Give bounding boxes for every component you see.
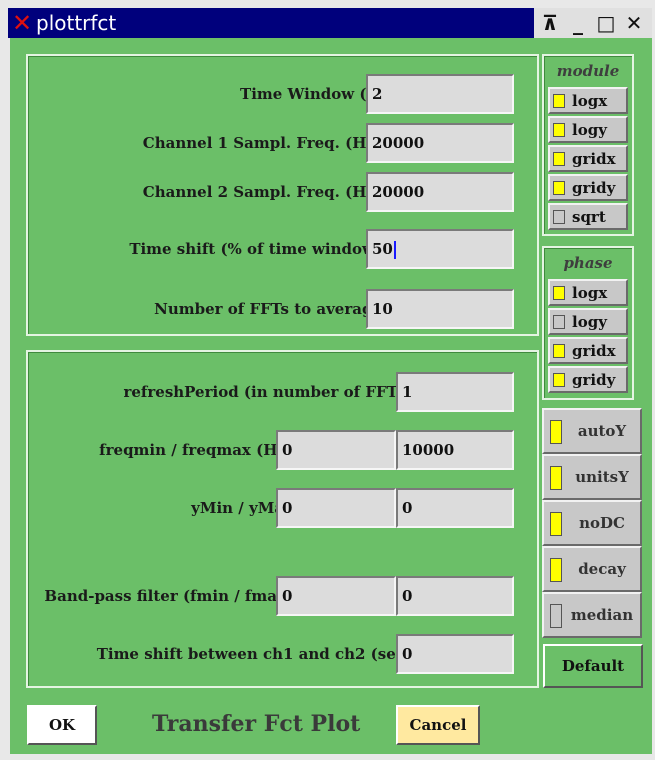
- app-window: ✕ plottrfct ⊼ _ □ ✕ Time Window (s) 2 Ch…: [0, 0, 655, 760]
- indicator-icon: [553, 373, 565, 387]
- freq-range-label: freqmin / freqmax (Hz): [99, 441, 293, 459]
- display-group: refreshPeriod (in number of FFTs) 1 freq…: [26, 350, 539, 688]
- close-icon[interactable]: ✕: [622, 11, 646, 35]
- phase-title: phase: [563, 254, 613, 272]
- indicator-icon: [550, 512, 562, 536]
- indicator-icon: [550, 466, 562, 490]
- phase-logx-checkbox[interactable]: logx: [548, 279, 628, 306]
- ymax-input[interactable]: 0: [396, 488, 514, 528]
- toggle-column: autoY unitsY noDC decay median: [542, 408, 642, 658]
- minimize-icon[interactable]: _: [566, 11, 590, 35]
- phase-logy-checkbox[interactable]: logy: [548, 308, 628, 335]
- time-shift-value: 50: [372, 240, 393, 258]
- indicator-icon: [553, 152, 565, 166]
- indicator-icon: [553, 344, 565, 358]
- unitsy-toggle[interactable]: unitsY: [542, 454, 642, 500]
- channel-shift-input[interactable]: 0: [396, 634, 514, 674]
- module-gridx-checkbox[interactable]: gridx: [548, 145, 628, 172]
- freqmax-input[interactable]: 10000: [396, 430, 514, 470]
- fft-average-input[interactable]: 10: [366, 289, 514, 329]
- decay-toggle[interactable]: decay: [542, 546, 642, 592]
- module-logy-checkbox[interactable]: logy: [548, 116, 628, 143]
- window-title: plottrfct: [36, 11, 117, 35]
- autoy-toggle[interactable]: autoY: [542, 408, 642, 454]
- indicator-icon: [550, 420, 562, 444]
- checkbox-label: logy: [572, 313, 607, 331]
- time-shift-input[interactable]: 50: [366, 229, 514, 269]
- module-sqrt-checkbox[interactable]: sqrt: [548, 203, 628, 230]
- indicator-icon: [553, 94, 565, 108]
- cancel-button[interactable]: Cancel: [396, 705, 480, 745]
- toggle-label: decay: [578, 560, 626, 578]
- indicator-icon: [553, 315, 565, 329]
- phase-gridy-checkbox[interactable]: gridy: [548, 366, 628, 393]
- toggle-label: median: [570, 606, 634, 624]
- median-toggle[interactable]: median: [542, 592, 642, 638]
- refresh-period-label: refreshPeriod (in number of FFTs): [123, 383, 412, 401]
- phase-group: phase logx logy gridx gridy: [542, 246, 634, 400]
- checkbox-label: gridx: [572, 150, 616, 168]
- indicator-icon: [553, 210, 565, 224]
- window-controls: ⊼ _ □ ✕: [534, 8, 652, 38]
- time-window-input[interactable]: 2: [366, 74, 514, 114]
- channel1-freq-label: Channel 1 Sampl. Freq. (Hz): [142, 134, 382, 152]
- acquisition-group: Time Window (s) 2 Channel 1 Sampl. Freq.…: [26, 54, 539, 336]
- channel2-freq-input[interactable]: 20000: [366, 172, 514, 212]
- indicator-icon: [553, 123, 565, 137]
- checkbox-label: logx: [572, 92, 608, 110]
- stay-on-top-icon[interactable]: ⊼: [538, 11, 562, 35]
- indicator-icon: [553, 286, 565, 300]
- bandpass-fmax-input[interactable]: 0: [396, 576, 514, 616]
- module-gridy-checkbox[interactable]: gridy: [548, 174, 628, 201]
- channel-shift-label: Time shift between ch1 and ch2 (sec): [96, 645, 412, 663]
- main-panel: Time Window (s) 2 Channel 1 Sampl. Freq.…: [10, 38, 652, 754]
- checkbox-label: logy: [572, 121, 607, 139]
- text-caret: [393, 241, 396, 259]
- checkbox-label: sqrt: [572, 208, 606, 226]
- checkbox-label: gridx: [572, 342, 616, 360]
- module-group: module logx logy gridx gridy sqrt: [542, 54, 634, 236]
- toggle-label: unitsY: [575, 468, 629, 486]
- module-logx-checkbox[interactable]: logx: [548, 87, 628, 114]
- bandpass-fmin-input[interactable]: 0: [276, 576, 396, 616]
- maximize-icon[interactable]: □: [594, 11, 618, 35]
- bandpass-label: Band-pass filter (fmin / fmax): [44, 587, 293, 605]
- indicator-icon: [550, 604, 562, 628]
- app-x-icon: ✕: [12, 9, 33, 37]
- indicator-icon: [553, 181, 565, 195]
- title-bar[interactable]: ✕ plottrfct ⊼ _ □ ✕: [8, 8, 652, 38]
- phase-gridx-checkbox[interactable]: gridx: [548, 337, 628, 364]
- plot-title: Transfer Fct Plot: [152, 711, 361, 737]
- ymin-input[interactable]: 0: [276, 488, 396, 528]
- indicator-icon: [550, 558, 562, 582]
- checkbox-label: logx: [572, 284, 608, 302]
- checkbox-label: gridy: [572, 179, 616, 197]
- module-title: module: [556, 62, 620, 80]
- time-shift-label: Time shift (% of time window): [129, 240, 382, 258]
- default-button[interactable]: Default: [543, 644, 643, 688]
- nodc-toggle[interactable]: noDC: [542, 500, 642, 546]
- checkbox-label: gridy: [572, 371, 616, 389]
- refresh-period-input[interactable]: 1: [396, 372, 514, 412]
- fft-average-label: Number of FFTs to average: [154, 300, 382, 318]
- toggle-label: autoY: [577, 422, 627, 440]
- ok-button[interactable]: OK: [27, 705, 97, 745]
- channel2-freq-label: Channel 2 Sampl. Freq. (Hz): [142, 183, 382, 201]
- time-window-label: Time Window (s): [240, 85, 382, 103]
- channel1-freq-input[interactable]: 20000: [366, 123, 514, 163]
- freqmin-input[interactable]: 0: [276, 430, 396, 470]
- toggle-label: noDC: [579, 514, 625, 532]
